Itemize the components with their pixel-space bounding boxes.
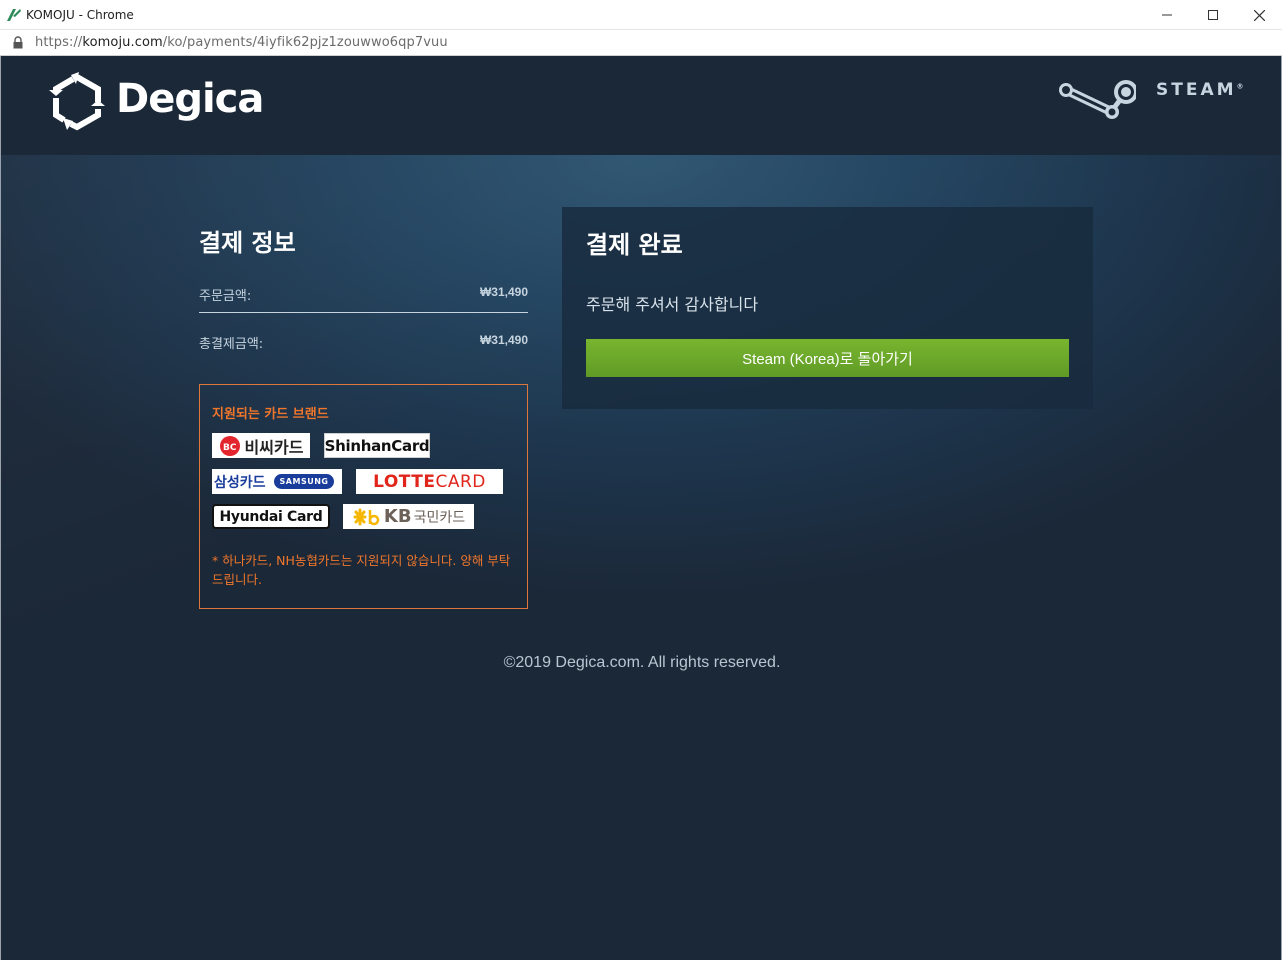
svg-text:BC: BC — [223, 443, 237, 453]
maximize-button[interactable] — [1190, 0, 1236, 30]
samsung-card-name: 삼성카드 — [214, 474, 266, 491]
thank-you-message: 주문해 주셔서 감사합니다 — [586, 295, 759, 314]
address-bar[interactable]: https://komoju.com/ko/payments/4iyfik62p… — [0, 30, 1282, 56]
samsung-wordmark: SAMSUNG — [273, 474, 335, 489]
bc-card-logo: BC 비씨카드 — [212, 433, 310, 458]
close-icon — [1253, 9, 1265, 21]
komoju-app-icon — [7, 9, 21, 21]
url-scheme: https:// — [35, 35, 83, 50]
kb-star-icon — [353, 508, 380, 525]
samsung-card-logo: 삼성카드 SAMSUNG — [212, 469, 342, 494]
order-amount-label: 주문금액: — [199, 289, 252, 304]
bc-card-icon: BC — [219, 435, 240, 456]
card-brands-title: 지원되는 카드 브랜드 — [212, 407, 329, 422]
url-path: /ko/payments/4iyfik62pjz1zouwwo6qp7vuu — [162, 35, 448, 50]
return-button-label: Steam (Korea)로 돌아가기 — [742, 350, 913, 368]
lotte-card-word: CARD — [435, 471, 486, 492]
degica-brand-name: Degica — [116, 76, 264, 122]
kb-card-logo: KB 국민카드 — [343, 504, 474, 529]
url-text[interactable]: https://komoju.com/ko/payments/4iyfik62p… — [35, 35, 448, 50]
total-amount-row: 총결제금액: ₩31,490 — [199, 330, 528, 352]
main-content: 결제 정보 주문금액: ₩31,490 총결제금액: ₩31,490 지원되는 … — [0, 155, 1282, 960]
lock-icon — [13, 36, 23, 49]
shinhan-card-logo: ShinhanCard — [324, 433, 430, 458]
maximize-icon — [1208, 10, 1218, 20]
card-brands-box: 지원되는 카드 브랜드 BC 비씨카드 ShinhanCard 삼성카드 SAM… — [199, 384, 528, 609]
order-amount-row: 주문금액: ₩31,490 — [199, 282, 528, 304]
summary-divider — [199, 312, 528, 313]
lotte-card-logo: LOTTE CARD — [356, 469, 503, 494]
footer-copyright: ©2019 Degica.com. All rights reserved. — [503, 654, 781, 671]
window-title: KOMOJU - Chrome — [26, 8, 134, 22]
order-amount-value: ₩31,490 — [479, 285, 528, 299]
payment-complete-title: 결제 완료 — [586, 231, 683, 259]
minimize-icon — [1162, 14, 1172, 16]
total-amount-label: 총결제금액: — [199, 337, 264, 352]
steam-logo-icon[interactable] — [1056, 74, 1136, 122]
unsupported-cards-note: * 하나카드, NH농협카드는 지원되지 않습니다. 양해 부탁드립니다. — [212, 553, 511, 587]
registered-mark: ® — [1236, 82, 1244, 91]
degica-logo-icon[interactable] — [49, 72, 105, 132]
payment-info-title: 결제 정보 — [199, 229, 296, 257]
hyundai-card-name: Hyundai Card — [219, 508, 323, 525]
return-to-steam-button[interactable]: Steam (Korea)로 돌아가기 — [586, 339, 1069, 377]
kb-name: KB — [383, 506, 412, 527]
lotte-name: LOTTE — [373, 471, 436, 492]
kb-card-name: 국민카드 — [413, 509, 466, 526]
minimize-button[interactable] — [1144, 0, 1190, 30]
total-amount-value: ₩31,490 — [479, 333, 528, 347]
browser-titlebar: KOMOJU - Chrome — [0, 0, 1282, 30]
hyundai-card-logo: Hyundai Card — [212, 504, 330, 529]
shinhan-card-name: ShinhanCard — [324, 436, 430, 455]
close-button[interactable] — [1236, 0, 1282, 30]
site-header: Degica STEAM® — [0, 56, 1282, 155]
steam-name: STEAM — [1156, 80, 1237, 100]
payment-complete-panel: 결제 완료 주문해 주셔서 감사합니다 Steam (Korea)로 돌아가기 — [562, 207, 1093, 409]
steam-wordmark: STEAM® — [1156, 80, 1244, 100]
bc-card-name: 비씨카드 — [244, 437, 304, 457]
url-host: komoju.com — [82, 35, 163, 50]
